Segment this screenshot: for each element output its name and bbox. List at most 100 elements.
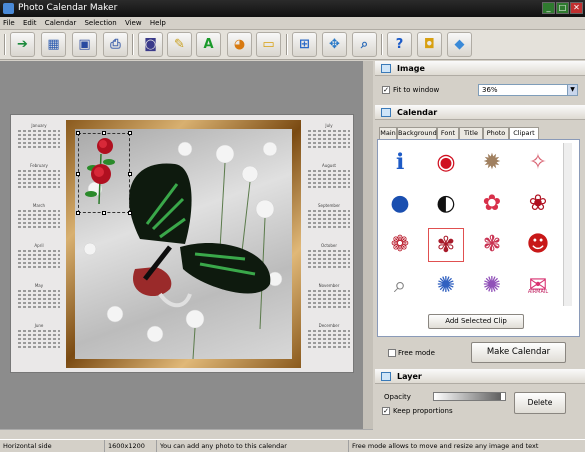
maximize-button[interactable]: □: [556, 2, 569, 14]
opacity-slider[interactable]: [433, 392, 506, 401]
toolbar-separator: [286, 34, 288, 55]
canvas-vertical-scrollbar[interactable]: [363, 61, 373, 429]
sparkle-icon: ✧: [528, 150, 548, 175]
stamp-text: AIRMAIL: [527, 289, 549, 295]
santa-clip[interactable]: ☻: [520, 228, 556, 262]
blue-star-icon: ✺: [436, 273, 456, 298]
sparkle-clip[interactable]: ✧: [520, 146, 556, 180]
move-icon: ✥: [329, 37, 340, 52]
layer-section-title: Layer: [397, 372, 422, 381]
text-button[interactable]: A: [196, 32, 221, 57]
magnifier-clip[interactable]: ⌕: [382, 269, 418, 303]
title-bar: Photo Calendar Maker _ □ ✕: [0, 0, 585, 17]
star-burst-icon: ✹: [482, 150, 502, 175]
free-mode-checkbox[interactable]: [388, 349, 396, 357]
zoom-select[interactable]: 36% ▼: [478, 84, 578, 96]
import-button[interactable]: ➔: [10, 32, 35, 57]
calendar-section-title: Calendar: [397, 108, 438, 117]
close-button[interactable]: ✕: [570, 2, 583, 14]
rose-stem-icon: ✿: [482, 191, 502, 216]
menu-edit[interactable]: Edit: [20, 17, 40, 30]
camera-icon: ◙: [144, 37, 157, 52]
delete-button[interactable]: Delete: [514, 392, 566, 414]
zoom-button[interactable]: ⌕: [352, 32, 377, 57]
move-button[interactable]: ✥: [322, 32, 347, 57]
rose-branch-clip[interactable]: ❀: [520, 187, 556, 221]
info-clip[interactable]: ℹ: [382, 146, 418, 180]
layer-section-header[interactable]: Layer: [375, 369, 585, 384]
fit-button[interactable]: ⊞: [292, 32, 317, 57]
menu-calendar[interactable]: Calendar: [42, 17, 79, 30]
box-button[interactable]: ◆: [447, 32, 472, 57]
fit-to-window-checkbox[interactable]: ✓: [382, 86, 390, 94]
roses-clip[interactable]: ❁: [382, 228, 418, 262]
opacity-label: Opacity: [384, 393, 411, 401]
clipart-scrollbar[interactable]: [563, 143, 572, 306]
menu-selection[interactable]: Selection: [81, 17, 119, 30]
zoom-value: 36%: [482, 86, 498, 94]
text-icon: A: [203, 37, 214, 52]
resize-handle[interactable]: [102, 131, 106, 135]
save-button[interactable]: ▣: [72, 32, 97, 57]
color-icon: ◕: [233, 37, 246, 52]
month-block: April: [15, 243, 63, 283]
keep-proportions-checkbox[interactable]: ✓: [382, 407, 390, 415]
status-orientation: Horizontal side: [3, 442, 52, 450]
help-button[interactable]: ?: [387, 32, 412, 57]
color-button[interactable]: ◕: [227, 32, 252, 57]
resize-handle[interactable]: [76, 172, 80, 176]
edit-button[interactable]: ✎: [167, 32, 192, 57]
tab-main[interactable]: Main: [379, 127, 397, 139]
selected-clip-rose[interactable]: [76, 131, 132, 215]
print-button[interactable]: ⎙: [103, 32, 128, 57]
resize-handle[interactable]: [76, 211, 80, 215]
camera-button[interactable]: ◙: [138, 32, 163, 57]
status-resolution: 1600x1200: [104, 440, 145, 452]
zoom-icon: ⌕: [360, 37, 369, 52]
resize-handle[interactable]: [102, 211, 106, 215]
image-button[interactable]: ▭: [256, 32, 281, 57]
make-calendar-button[interactable]: Make Calendar: [471, 342, 566, 363]
panda-clip[interactable]: ◐: [428, 187, 464, 221]
rose-bouquet-clip[interactable]: ✾: [428, 228, 464, 262]
tab-title[interactable]: Title: [459, 127, 483, 139]
image-section-header[interactable]: Image: [375, 61, 585, 76]
month-block: January: [15, 123, 63, 163]
chevron-down-icon[interactable]: ▼: [567, 85, 577, 95]
print-icon: ⎙: [110, 37, 121, 52]
rose-clip-image: [85, 138, 115, 205]
globe-clip[interactable]: ●: [382, 187, 418, 221]
menu-help[interactable]: Help: [147, 17, 169, 30]
menu-bar: File Edit Calendar Selection View Help: [0, 17, 585, 30]
calendar-button[interactable]: ▦: [41, 32, 66, 57]
calendar-section-header[interactable]: Calendar: [375, 105, 585, 120]
purple-star-clip[interactable]: ✺: [474, 269, 510, 303]
minimize-button[interactable]: _: [542, 2, 555, 14]
menu-file[interactable]: File: [0, 17, 18, 30]
add-selected-clip-button[interactable]: Add Selected Clip: [428, 314, 524, 329]
resize-handle[interactable]: [128, 211, 132, 215]
box-icon: ◆: [454, 37, 465, 52]
menu-view[interactable]: View: [122, 17, 145, 30]
stamp-clip[interactable]: ✉ AIRMAIL: [520, 269, 556, 303]
image-icon: [381, 64, 391, 73]
canvas-horizontal-scrollbar[interactable]: [0, 429, 373, 439]
lips-clip[interactable]: ◉: [428, 146, 464, 180]
rose-bouquet-icon: ✾: [436, 233, 456, 258]
month-block: March: [15, 203, 63, 243]
star-burst-clip[interactable]: ✹: [474, 146, 510, 180]
blue-star-clip[interactable]: ✺: [428, 269, 464, 303]
resize-handle[interactable]: [128, 172, 132, 176]
tab-font[interactable]: Font: [437, 127, 459, 139]
resize-handle[interactable]: [76, 131, 80, 135]
shop-button[interactable]: ◘: [417, 32, 442, 57]
tab-background[interactable]: Background: [397, 127, 437, 139]
rose-stem-clip[interactable]: ✿: [474, 187, 510, 221]
shop-icon: ◘: [424, 37, 435, 52]
layers-icon: [381, 372, 391, 381]
pink-roses-clip[interactable]: ❃: [474, 228, 510, 262]
months-right-column: July August September October November D…: [305, 123, 353, 367]
free-mode-label: Free mode: [398, 349, 435, 357]
tab-photo[interactable]: Photo: [483, 127, 509, 139]
resize-handle[interactable]: [128, 131, 132, 135]
